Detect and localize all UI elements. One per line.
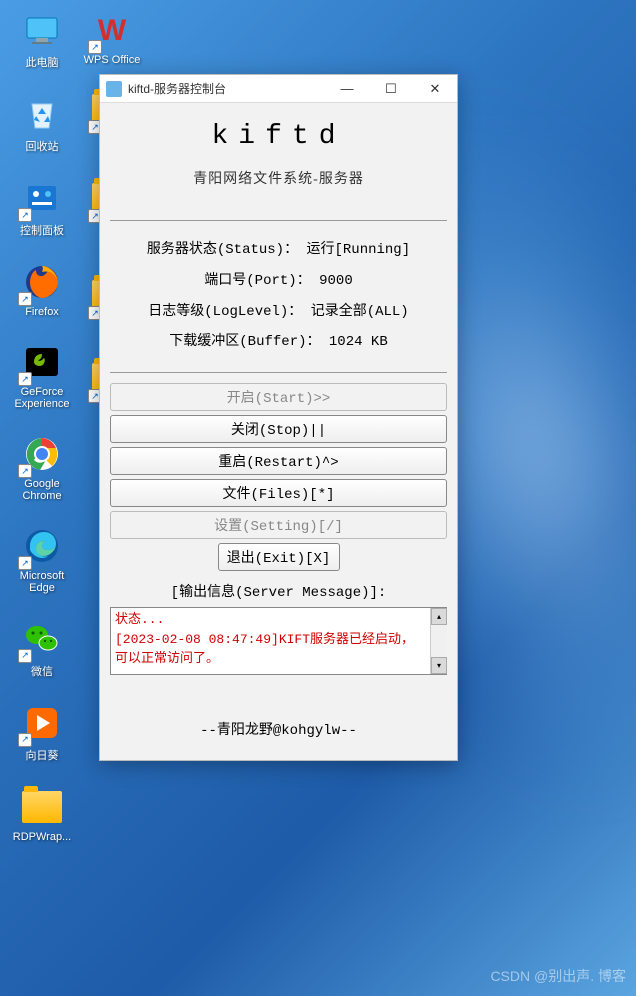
edge-icon[interactable]: ↗ Microsoft Edge [10,524,74,594]
scroll-up-button[interactable]: ▴ [431,608,447,625]
svg-text:W: W [98,14,127,47]
edge-img: ↗ [20,524,64,568]
rdpwrap-label: RDPWrap... [13,831,71,843]
window-title: kiftd-服务器控制台 [128,80,325,97]
loglevel-row: 日志等级(LogLevel)： 记录全部(ALL) [100,297,457,328]
edge-label: Microsoft Edge [20,570,65,594]
status-block: 服务器状态(Status)： 运行[Running] 端口号(Port)： 90… [100,221,457,372]
message-label: [输出信息(Server Message)]: [100,581,457,601]
geforce-experience-icon[interactable]: ↗ GeForce Experience [10,340,74,410]
kiftd-window: kiftd-服务器控制台 — ☐ ✕ kiftd 青阳网络文件系统-服务器 服务… [99,74,458,761]
scroll-down-button[interactable]: ▾ [431,657,447,674]
sunlogin-icon[interactable]: ↗ 向日葵 [10,701,74,763]
exit-button[interactable]: 退出(Exit)[X] [218,543,340,571]
recycle-icon [20,92,64,136]
wechat-icon[interactable]: ↗ 微信 [10,617,74,679]
restart-button[interactable]: 重启(Restart)^> [110,447,447,475]
status-row: 服务器状态(Status)： 运行[Running] [100,235,457,266]
footer: --青阳龙野@kohgylw-- [100,719,457,739]
scroll-track[interactable] [431,625,447,657]
chrome-label: Google Chrome [22,478,61,502]
port-value: 9000 [319,273,353,289]
buffer-row: 下载缓冲区(Buffer)： 1024 KB [100,327,457,358]
rdpwrap-folder-icon[interactable]: RDPWrap... [10,785,74,843]
maximize-button[interactable]: ☐ [369,75,413,103]
control-panel-icon[interactable]: ↗ 控制面板 [10,176,74,238]
recycle-bin-icon[interactable]: 回收站 [10,92,74,154]
sunlogin-label: 向日葵 [26,747,59,763]
firefox-icon[interactable]: ↗ Firefox [10,260,74,318]
desktop-icons-column-1: 此电脑 回收站 ↗ 控制面板 ↗ Firefox ↗ GeForce Exper… [10,0,74,843]
pc-icon [20,8,64,52]
recycle-label: 回收站 [26,138,59,154]
ff-icon: ↗ [20,260,64,304]
this-pc-icon[interactable]: 此电脑 [10,8,74,70]
window-controls: — ☐ ✕ [325,75,457,103]
ff-label: Firefox [25,306,59,318]
message-box: 状态... [2023-02-08 08:47:49]KIFT服务器已经启动，可… [110,607,447,675]
scrollbar: ▴ ▾ [430,608,447,674]
wechat-label: 微信 [31,663,53,679]
status-value: 运行[Running] [307,242,411,258]
sunlogin-img: ↗ [20,701,64,745]
files-button[interactable]: 文件(Files)[*] [110,479,447,507]
log-value: 记录全部(ALL) [311,304,409,320]
buffer-value: 1024 KB [329,334,388,350]
window-icon [106,81,122,97]
nvidia-icon: ↗ [20,340,64,384]
start-button: 开启(Start)>> [110,383,447,411]
chrome-img: ↗ [20,432,64,476]
cpanel-label: 控制面板 [20,222,64,238]
stop-button[interactable]: 关闭(Stop)|| [110,415,447,443]
port-row: 端口号(Port)： 9000 [100,266,457,297]
titlebar[interactable]: kiftd-服务器控制台 — ☐ ✕ [100,75,457,103]
pc-label: 此电脑 [26,54,59,70]
folder-icon [20,785,64,829]
window-content: kiftd 青阳网络文件系统-服务器 服务器状态(Status)： 运行[Run… [100,103,457,739]
watermark: CSDN @别出声. 博客 [490,966,626,986]
setting-button: 设置(Setting)[/] [110,511,447,539]
cpanel-icon: ↗ [20,176,64,220]
wps-label: WPS Office [84,54,141,66]
wps-img: W↗ [90,8,134,52]
wps-office-icon[interactable]: W↗ WPS Office [80,8,144,66]
wechat-img: ↗ [20,617,64,661]
nvidia-label: GeForce Experience [14,386,69,410]
app-subtitle: 青阳网络文件系统-服务器 [100,168,457,188]
message-text[interactable]: 状态... [2023-02-08 08:47:49]KIFT服务器已经启动，可… [111,608,430,674]
close-button[interactable]: ✕ [413,75,457,103]
minimize-button[interactable]: — [325,75,369,103]
app-title: kiftd [100,121,457,152]
chrome-icon[interactable]: ↗ Google Chrome [10,432,74,502]
